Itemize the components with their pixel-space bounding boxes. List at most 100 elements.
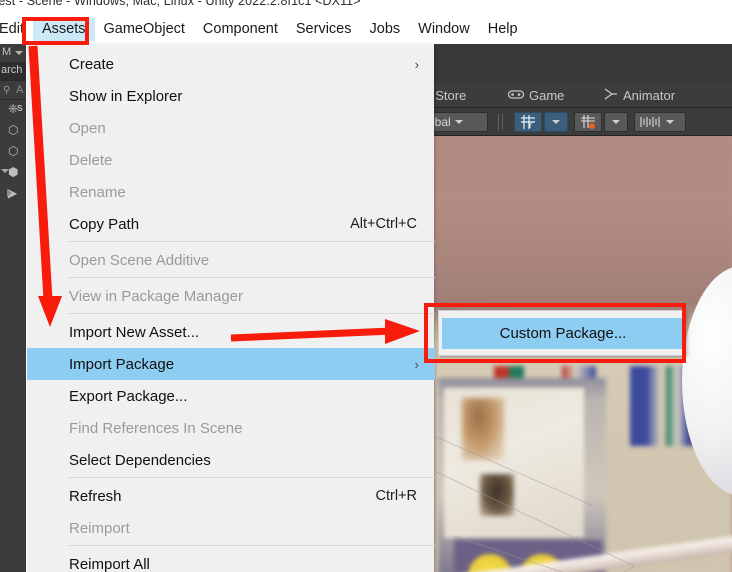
- snap-increment-icon[interactable]: [574, 112, 602, 132]
- menu-item-open: Open: [27, 112, 435, 144]
- editor-tab-animator[interactable]: Animator: [598, 82, 681, 108]
- prefab-icon: ⬢: [8, 165, 18, 179]
- grid-snap-glyph: Y: [520, 114, 536, 130]
- chevron-down-icon: [15, 51, 23, 55]
- menu-separator: [67, 545, 435, 546]
- menu-item-create[interactable]: Create›: [27, 48, 435, 80]
- menu-separator: [67, 277, 435, 278]
- menu-item-reimport-all[interactable]: Reimport All: [27, 548, 435, 572]
- editor-tab-t-store[interactable]: t Store: [430, 82, 472, 108]
- menu-item-import-package[interactable]: Import Package ›: [27, 348, 435, 380]
- menu-item-label: Custom Package...: [500, 325, 627, 342]
- main-menubar: Edit Assets GameObject Component Services Job…: [0, 14, 732, 44]
- menu-item-select-dependencies[interactable]: Select Dependencies: [27, 444, 435, 476]
- hierarchy-tree-item[interactable]: ⬡: [0, 121, 26, 140]
- project-search-tab-label: arch: [1, 64, 22, 76]
- hierarchy-tree-item[interactable]: ▶: [0, 184, 26, 203]
- menu-separator: [67, 477, 435, 478]
- grid-snap-caret[interactable]: [544, 112, 568, 132]
- menu-item-label: Reimport All: [69, 556, 150, 572]
- hierarchy-tree-item[interactable]: ❈s: [0, 100, 26, 119]
- hierarchy-dropdown-label: M: [2, 46, 11, 58]
- editor-tab-game[interactable]: Game: [502, 82, 570, 108]
- cube-icon: ⬡: [8, 144, 18, 158]
- hierarchy-tree-item[interactable]: ⬢: [0, 163, 26, 182]
- menu-item-label: View in Package Manager: [69, 288, 243, 305]
- menu-separator: [67, 241, 435, 242]
- menu-item-reimport: Reimport: [27, 512, 435, 544]
- menubar-item-component[interactable]: Component: [194, 18, 287, 41]
- chevron-right-icon[interactable]: [7, 189, 12, 197]
- menu-item-show-in-explorer[interactable]: Show in Explorer: [27, 80, 435, 112]
- editor-tab-label: Animator: [623, 88, 675, 103]
- menu-item-delete: Delete: [27, 144, 435, 176]
- project-search-tab[interactable]: arch: [0, 62, 26, 80]
- layout-icon: [640, 115, 662, 129]
- editor-tab-label: Game: [529, 88, 564, 103]
- assets-dropdown-menu: Create› Show in Explorer Open Delete Rename C…: [26, 44, 434, 572]
- chevron-right-icon: ›: [415, 57, 419, 72]
- menu-item-label: Reimport: [69, 520, 130, 537]
- cube-icon: ⬡: [8, 123, 18, 137]
- menu-item-open-scene-additive: Open Scene Additive: [27, 244, 435, 276]
- menu-separator: [67, 313, 435, 314]
- menu-item-view-in-package-manager: View in Package Manager: [27, 280, 435, 312]
- menubar-item-label: GameObject: [104, 21, 185, 37]
- menubar-item-assets[interactable]: Assets: [33, 18, 95, 41]
- chevron-down-icon: [552, 120, 560, 124]
- menu-item-rename: Rename: [27, 176, 435, 208]
- snap-caret[interactable]: [604, 112, 628, 132]
- hierarchy-tree-item-label: s: [17, 102, 23, 114]
- import-package-submenu: Custom Package...: [438, 310, 686, 356]
- scene-view-toolbar: obal Y: [430, 108, 732, 136]
- hierarchy-tree-item[interactable]: ⬡: [0, 142, 26, 161]
- menu-item-label: Copy Path: [69, 216, 139, 233]
- menu-item-label: Find References In Scene: [69, 420, 242, 437]
- window-titlebar: Test - Scene - Windows, Mac, Linux - Uni…: [0, 0, 732, 14]
- menu-item-label: Select Dependencies: [69, 452, 211, 469]
- menu-item-label: Rename: [69, 184, 126, 201]
- menu-item-refresh[interactable]: RefreshCtrl+R: [27, 480, 435, 512]
- animator-icon: [604, 88, 618, 103]
- menu-item-label: Export Package...: [69, 388, 187, 405]
- menu-item-label: Show in Explorer: [69, 88, 182, 105]
- hierarchy-panel: M arch ⚲ A ❈s ⬡ ⬡ ⬢ ▶: [0, 44, 26, 572]
- menubar-item-gameobject[interactable]: GameObject: [95, 18, 194, 41]
- toolbar-divider: [498, 114, 499, 130]
- search-icon: ⚲: [3, 85, 10, 96]
- menu-item-import-new-asset[interactable]: Import New Asset...: [27, 316, 435, 348]
- editor-tab-label: t Store: [430, 88, 466, 103]
- menu-item-label: Open Scene Additive: [69, 252, 209, 269]
- menu-item-label: Import Package: [69, 356, 174, 373]
- menu-item-label: Open: [69, 120, 106, 137]
- menu-item-custom-package[interactable]: Custom Package...: [442, 318, 684, 349]
- search-input-placeholder: A: [16, 84, 23, 96]
- menu-item-shortcut: Ctrl+R: [376, 488, 418, 504]
- search-input[interactable]: ⚲ A: [0, 80, 26, 100]
- menu-item-copy-path[interactable]: Copy PathAlt+Ctrl+C: [27, 208, 435, 240]
- gamepad-icon: [508, 88, 524, 103]
- unity-editor-screenshot: Test - Scene - Windows, Mac, Linux - Uni…: [0, 0, 732, 572]
- menu-item-export-package[interactable]: Export Package...: [27, 380, 435, 412]
- menubar-item-window[interactable]: Window: [409, 18, 479, 41]
- layout-dropdown[interactable]: [634, 112, 686, 132]
- chevron-down-icon: [455, 120, 463, 124]
- grid-snap-icon[interactable]: Y: [514, 112, 542, 132]
- hierarchy-dropdown[interactable]: M: [0, 44, 26, 62]
- menubar-item-label: Component: [203, 21, 278, 37]
- chevron-right-icon: ›: [415, 357, 419, 372]
- menu-item-label: Import New Asset...: [69, 324, 199, 341]
- menubar-items: Edit Assets GameObject Component Services Job…: [0, 14, 527, 44]
- menubar-item-edit[interactable]: Edit: [0, 18, 33, 41]
- menubar-item-jobs[interactable]: Jobs: [361, 18, 410, 41]
- menubar-item-label: Edit: [0, 21, 24, 37]
- menubar-item-label: Jobs: [370, 21, 401, 37]
- svg-text:Y: Y: [527, 120, 533, 130]
- menu-item-label: Delete: [69, 152, 112, 169]
- menubar-item-services[interactable]: Services: [287, 18, 361, 41]
- menubar-item-help[interactable]: Help: [479, 18, 527, 41]
- chevron-down-icon: [666, 120, 674, 124]
- window-title: Test - Scene - Windows, Mac, Linux - Uni…: [0, 0, 361, 8]
- menubar-item-label: Services: [296, 21, 352, 37]
- pivot-rotation-dropdown[interactable]: obal: [430, 112, 488, 132]
